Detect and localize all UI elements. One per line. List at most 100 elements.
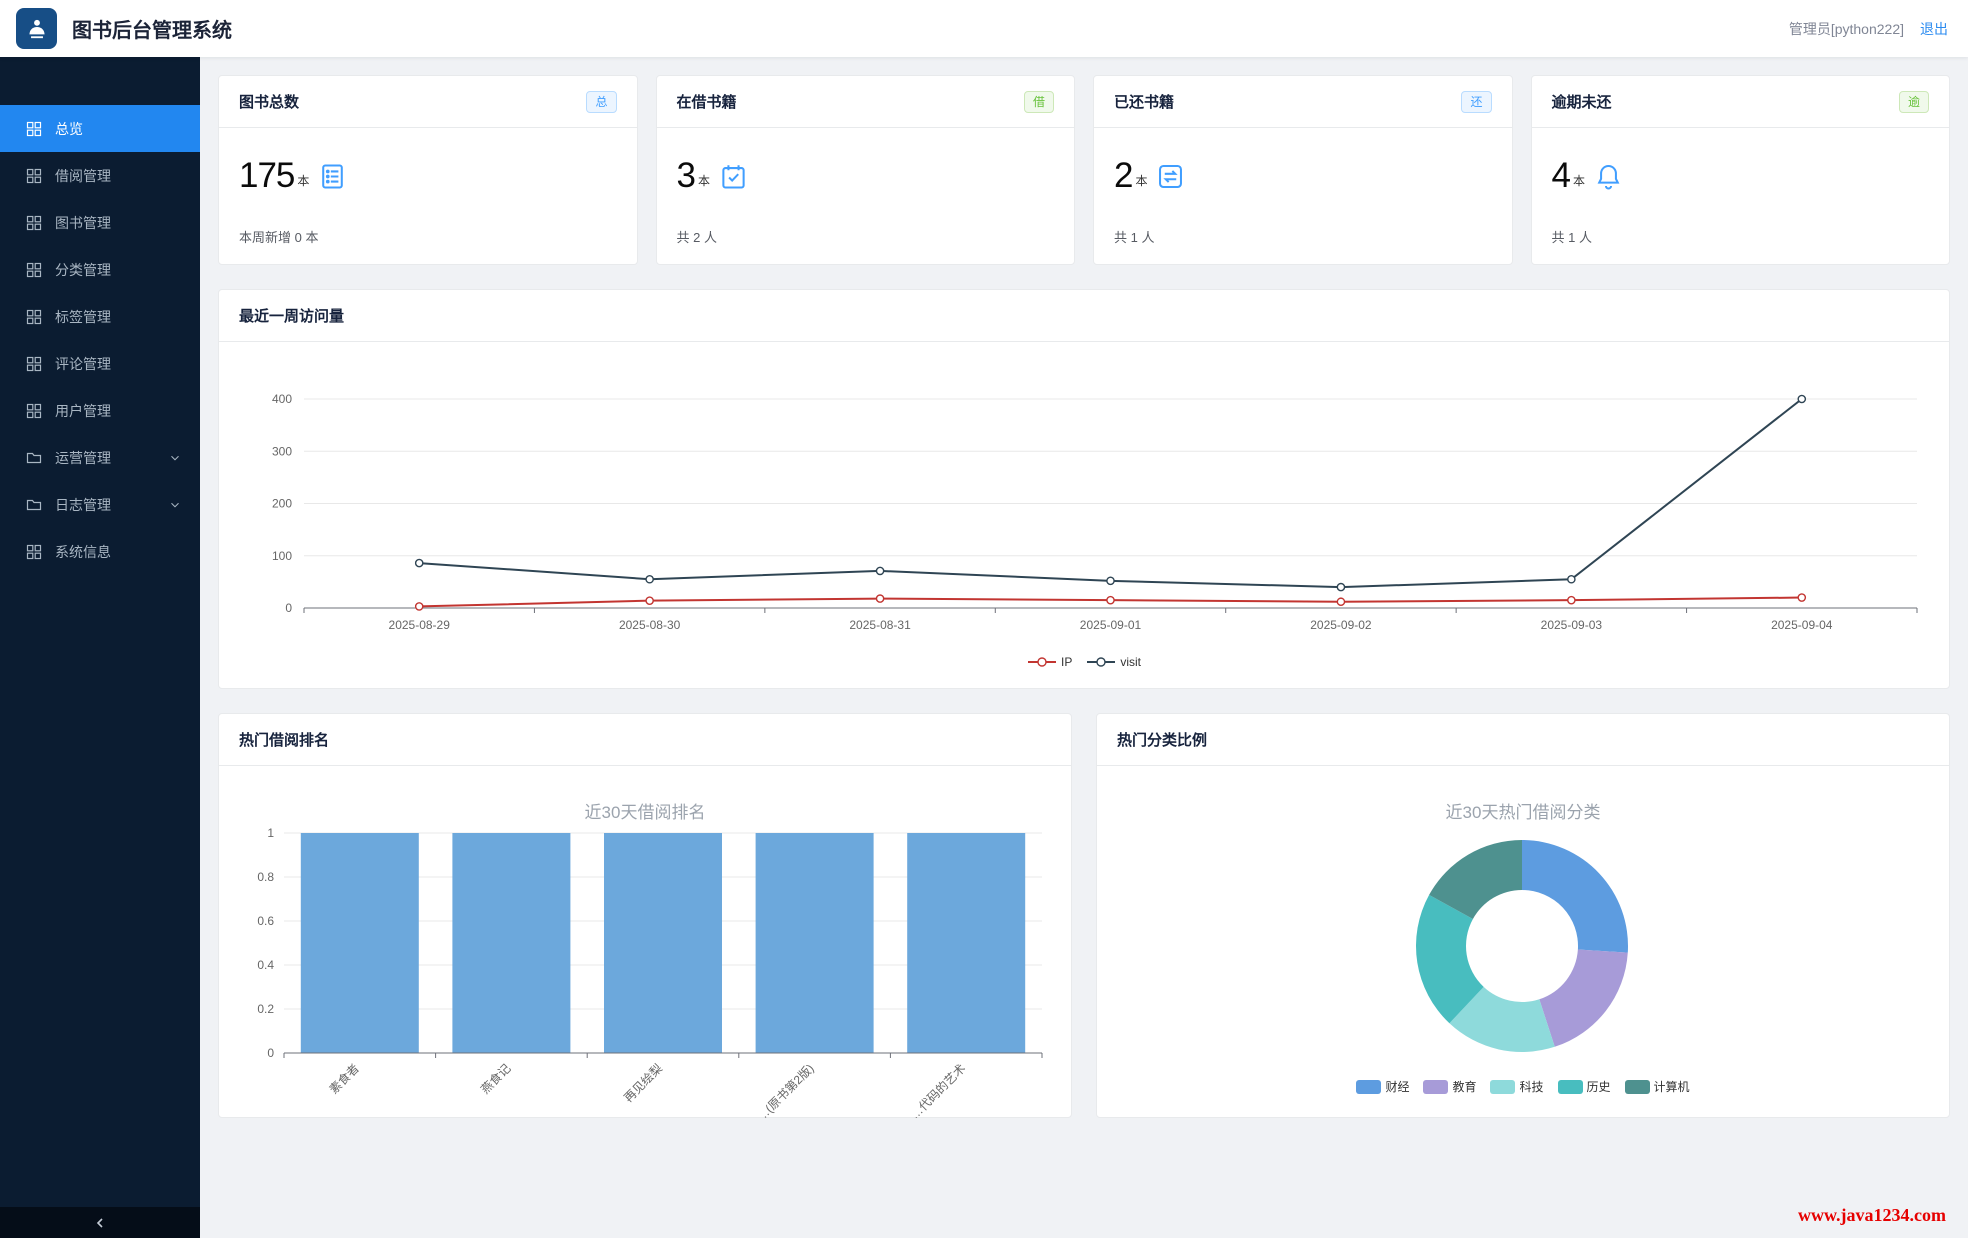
grid-icon [26, 309, 42, 325]
legend-item-科技[interactable]: 科技 [1490, 1078, 1543, 1095]
legend-swatch [1423, 1080, 1448, 1094]
category-ratio-header: 热门分类比例 [1097, 714, 1949, 766]
svg-text:0.2: 0.2 [257, 1002, 274, 1016]
sidebar-item-label: 评论管理 [55, 354, 111, 374]
grid-icon [26, 215, 42, 231]
sidebar-item-logs[interactable]: 日志管理 [0, 481, 200, 528]
borrow-ranking-body: 近30天借阅排名 00.20.40.60.81素食者燕食记再见绘梨…(原书第2版… [219, 766, 1071, 1123]
stat-card-body: 4本共 1 人 [1532, 128, 1950, 264]
sidebar-item-label: 标签管理 [55, 307, 111, 327]
sidebar-item-label: 运营管理 [55, 448, 111, 468]
sidebar-item-label: 分类管理 [55, 260, 111, 280]
legend-item-教育[interactable]: 教育 [1423, 1078, 1476, 1095]
legend-item-计算机[interactable]: 计算机 [1625, 1078, 1690, 1095]
chevron-down-icon [168, 451, 182, 465]
stat-card-badge: 还 [1461, 91, 1491, 113]
visits-chart-card: 最近一周访问量 0 100 200 300 400 2025-08-29 2025-08-3… [218, 289, 1950, 689]
svg-text:2025-08-31: 2025-08-31 [849, 618, 911, 632]
category-ratio-card: 热门分类比例 近30天热门借阅分类 财经教育科技历史计算机 [1096, 713, 1950, 1118]
stat-card-value: 3 [677, 156, 695, 196]
grid-icon [26, 544, 42, 560]
logout-link[interactable]: 退出 [1920, 19, 1948, 39]
svg-text:200: 200 [272, 497, 292, 511]
borrow-ranking-title: 热门借阅排名 [239, 729, 329, 750]
stat-card-header: 图书总数 总 [219, 76, 637, 128]
sidebar-item-users[interactable]: 用户管理 [0, 387, 200, 434]
reader-logo-icon [24, 16, 50, 42]
legend-item-IP[interactable]: IP [1027, 655, 1072, 669]
stat-card-footer: 本周新增 0 本 [239, 227, 617, 246]
legend-label: visit [1120, 655, 1141, 669]
sidebar-item-overview[interactable]: 总览 [0, 105, 200, 152]
calendar-check-icon [720, 163, 747, 190]
legend-label: 教育 [1452, 1078, 1476, 1095]
sidebar-item-borrowing[interactable]: 借阅管理 [0, 152, 200, 199]
svg-text:燕食记: 燕食记 [477, 1061, 513, 1097]
sidebar-item-comments[interactable]: 评论管理 [0, 340, 200, 387]
sidebar-item-tags[interactable]: 标签管理 [0, 293, 200, 340]
folder-icon [26, 497, 42, 513]
grid-icon [26, 121, 42, 137]
legend-item-财经[interactable]: 财经 [1356, 1078, 1409, 1095]
legend-item-历史[interactable]: 历史 [1558, 1078, 1611, 1095]
svg-text:…代码的艺术: …代码的艺术 [907, 1061, 969, 1118]
list-icon [319, 163, 346, 190]
stat-card-footer: 共 1 人 [1552, 227, 1930, 246]
app-logo [16, 8, 57, 49]
stat-card-title: 图书总数 [239, 91, 299, 112]
visits-chart-title: 最近一周访问量 [239, 305, 344, 326]
svg-text:2025-09-01: 2025-09-01 [1080, 618, 1142, 632]
stat-card-badge: 借 [1024, 91, 1054, 113]
stat-card-value: 175 [239, 156, 294, 196]
stat-card-badge: 总 [586, 91, 616, 113]
svg-text:…(原书第2版): …(原书第2版) [754, 1061, 817, 1118]
legend-swatch [1625, 1080, 1650, 1094]
bell-icon [1595, 163, 1622, 190]
current-user: 管理员[python222] [1789, 19, 1904, 39]
sidebar-item-label: 图书管理 [55, 213, 111, 233]
category-ratio-title: 热门分类比例 [1117, 729, 1207, 750]
sidebar-collapse-button[interactable] [0, 1207, 200, 1238]
svg-text:100: 100 [272, 549, 292, 563]
topbar-right: 管理员[python222] 退出 [1789, 19, 1948, 39]
bar-chart-title: 近30天借阅排名 [219, 798, 1071, 823]
legend-swatch [1356, 1080, 1381, 1094]
sidebar-item-label: 借阅管理 [55, 166, 111, 186]
legend-marker [1086, 655, 1116, 669]
watermark: www.java1234.com [1798, 1205, 1946, 1226]
svg-text:0.4: 0.4 [257, 958, 274, 972]
sidebar: 总览借阅管理图书管理分类管理标签管理评论管理用户管理运营管理日志管理系统信息 [0, 57, 200, 1238]
svg-text:0: 0 [267, 1046, 274, 1060]
stat-cards-row: 图书总数总175本本周新增 0 本在借书籍借3本共 2 人已还书籍还2本共 1 … [218, 75, 1950, 265]
stat-card-footer: 共 1 人 [1114, 227, 1492, 246]
sidebar-item-operations[interactable]: 运营管理 [0, 434, 200, 481]
svg-text:400: 400 [272, 392, 292, 406]
visits-chart-legend: IP visit [219, 655, 1949, 669]
stat-card-header: 已还书籍 还 [1094, 76, 1512, 128]
sidebar-item-system-info[interactable]: 系统信息 [0, 528, 200, 575]
stat-card-title: 已还书籍 [1114, 91, 1174, 112]
sidebar-item-label: 系统信息 [55, 542, 111, 562]
svg-text:0.6: 0.6 [257, 914, 274, 928]
svg-text:2025-09-03: 2025-09-03 [1541, 618, 1603, 632]
stat-card-unit: 本 [1135, 172, 1147, 189]
stat-card-body: 175本本周新增 0 本 [219, 128, 637, 264]
sidebar-item-categories[interactable]: 分类管理 [0, 246, 200, 293]
grid-icon [26, 403, 42, 419]
stat-card-value: 4 [1552, 156, 1570, 196]
stat-card-body: 3本共 2 人 [657, 128, 1075, 264]
svg-text:2025-08-29: 2025-08-29 [389, 618, 451, 632]
visits-chart-body: 01002003004002025-08-292025-08-302025-08… [219, 342, 1949, 669]
stat-card-header: 逾期未还逾 [1532, 76, 1950, 128]
sidebar-item-books[interactable]: 图书管理 [0, 199, 200, 246]
page: 图书后台管理系统 管理员[python222] 退出 总览借阅管理图书管理分类管… [0, 0, 1968, 1238]
sidebar-item-label: 总览 [55, 119, 83, 139]
svg-text:0.8: 0.8 [257, 870, 274, 884]
chevron-left-icon [92, 1215, 108, 1231]
svg-text:300: 300 [272, 444, 292, 458]
main-content: 图书总数总175本本周新增 0 本在借书籍借3本共 2 人已还书籍还2本共 1 … [200, 57, 1968, 1238]
legend-item-visit[interactable]: visit [1086, 655, 1141, 669]
legend-label: IP [1061, 655, 1072, 669]
sidebar-item-label: 用户管理 [55, 401, 111, 421]
svg-text:0: 0 [285, 601, 292, 615]
